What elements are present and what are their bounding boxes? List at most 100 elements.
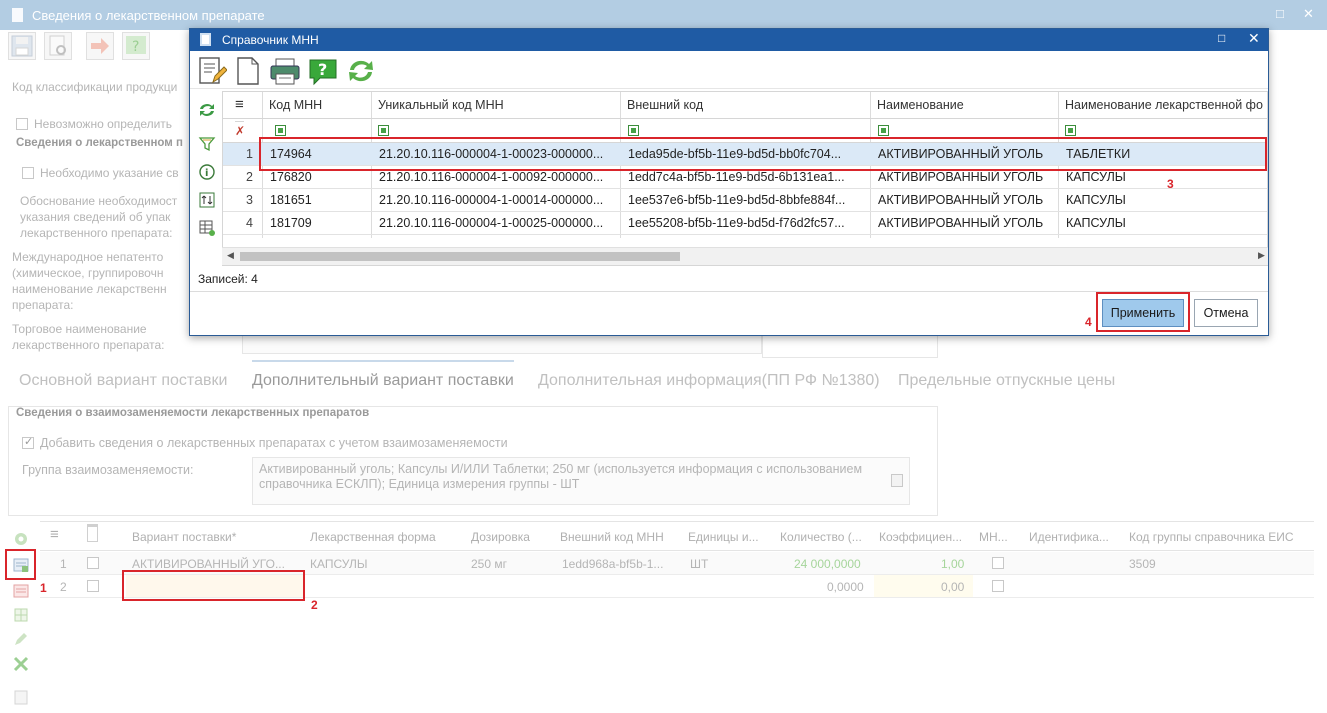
header-unique-code[interactable]: Уникальный код МНН xyxy=(378,98,504,124)
cell-form[interactable]: КАПСУЛЫ xyxy=(1066,170,1126,184)
table-row[interactable]: 3 181651 21.20.10.116-000004-1-00014-000… xyxy=(223,189,1267,212)
sync-icon[interactable] xyxy=(198,101,216,119)
preview-icon[interactable] xyxy=(44,32,72,60)
close-button[interactable]: ✕ xyxy=(1303,6,1314,22)
header-external-code[interactable]: Внешний код xyxy=(627,98,703,124)
maximize-button[interactable]: □ xyxy=(1276,6,1284,21)
cell-unique-code[interactable]: 21.20.10.116-000004-1-00025-000000... xyxy=(379,216,603,230)
cell-code[interactable]: 176820 xyxy=(270,170,312,184)
delete-row-icon[interactable] xyxy=(12,582,30,598)
row-number: 3 xyxy=(246,193,253,207)
checkbox-need-indicate[interactable] xyxy=(22,167,34,179)
tab-price-limits[interactable]: Предельные отпускные цены xyxy=(898,372,1115,390)
info-icon[interactable]: i xyxy=(198,163,216,181)
annotation-number-4: 4 xyxy=(1085,315,1092,329)
filter-unique-toggle[interactable] xyxy=(378,125,389,136)
label-add-interchange: Добавить сведения о лекарственных препар… xyxy=(40,436,508,450)
cell-external-code[interactable]: 1edd7c4a-bf5b-11e9-bd5d-6b131ea1... xyxy=(628,170,845,184)
cell-form[interactable]: КАПСУЛЫ xyxy=(310,557,367,571)
label-trade-1: Торговое наименование xyxy=(12,322,147,336)
send-icon[interactable] xyxy=(86,32,114,60)
checkbox-add-interchange[interactable] xyxy=(22,435,34,449)
col-form[interactable]: Лекарственная форма xyxy=(310,530,436,544)
print-icon[interactable] xyxy=(12,688,30,705)
save-icon[interactable] xyxy=(8,32,36,60)
cell-group-code[interactable]: 3509 xyxy=(1129,557,1156,571)
cell-coef[interactable]: 1,00 xyxy=(941,557,964,571)
table-settings-icon[interactable] xyxy=(198,219,216,237)
dialog-title: Справочник МНН xyxy=(222,33,319,47)
col-group-code[interactable]: Код группы справочника ЕИС xyxy=(1129,530,1294,544)
tab-additional-info[interactable]: Дополнительная информация(ПП РФ №1380) xyxy=(538,372,880,390)
cell-dose[interactable]: 250 мг xyxy=(471,557,507,571)
col-unit[interactable]: Единицы и... xyxy=(688,530,759,544)
scroll-right-icon[interactable]: ▶ xyxy=(1258,250,1265,261)
col-ext-code[interactable]: Внешний код МНН xyxy=(560,530,664,544)
cell-external-code[interactable]: 1ee55208-bf5b-11e9-bd5d-f76d2fc57... xyxy=(628,216,845,230)
col-ident[interactable]: Идентифика... xyxy=(1029,530,1109,544)
clear-filter-icon[interactable]: ✗ xyxy=(235,124,245,138)
checkbox-cannot-determine[interactable] xyxy=(16,118,28,130)
label-group: Группа взаимозаменяемости: xyxy=(22,463,194,477)
row-number: 4 xyxy=(246,216,253,230)
cell-name[interactable]: АКТИВИРОВАННЫЙ УГОЛЬ xyxy=(878,216,1043,230)
copy-row-icon[interactable] xyxy=(12,606,30,622)
header-name[interactable]: Наименование xyxy=(877,98,964,124)
document-icon xyxy=(12,8,23,22)
col-mnn[interactable]: МН... xyxy=(979,530,1008,544)
cell-code[interactable]: 181651 xyxy=(270,193,312,207)
cancel-button[interactable]: Отмена xyxy=(1194,299,1258,327)
horizontal-scrollbar[interactable]: ◀ ▶ xyxy=(222,247,1268,265)
cell-ext-code[interactable]: 1edd968a-bf5b-1... xyxy=(562,557,663,571)
label-inn-4: препарата: xyxy=(12,298,74,312)
filter-icon[interactable] xyxy=(198,135,216,153)
cell-unique-code[interactable]: 21.20.10.116-000004-1-00014-000000... xyxy=(379,193,603,207)
table-row[interactable]: 4 181709 21.20.10.116-000004-1-00025-000… xyxy=(223,212,1267,235)
header-code[interactable]: Код МНН xyxy=(269,98,322,124)
cell-name[interactable]: АКТИВИРОВАННЫЙ УГОЛЬ xyxy=(878,170,1043,184)
cell-name[interactable]: АКТИВИРОВАННЫЙ УГОЛЬ xyxy=(878,193,1043,207)
grid-menu-icon[interactable]: ≡ xyxy=(50,526,59,543)
cell-mnn-checkbox[interactable] xyxy=(992,580,1004,592)
dialog-maximize-button[interactable]: □ xyxy=(1218,31,1225,45)
cell-unique-code[interactable]: 21.20.10.116-000004-1-00092-000000... xyxy=(379,170,603,184)
group-lookup-icon[interactable] xyxy=(891,474,903,487)
col-variant[interactable]: Вариант поставки* xyxy=(132,530,236,544)
edit-pencil-icon[interactable] xyxy=(12,630,30,646)
excel-export-icon[interactable] xyxy=(12,655,30,672)
row-checkbox[interactable] xyxy=(87,557,99,569)
dialog-close-button[interactable]: ✕ xyxy=(1248,30,1260,47)
col-dose[interactable]: Дозировка xyxy=(471,530,530,544)
filter-ext-toggle[interactable] xyxy=(628,125,639,136)
cell-external-code[interactable]: 1ee537e6-bf5b-11e9-bd5d-8bbfe884f... xyxy=(628,193,845,207)
tab-additional-variant[interactable]: Дополнительный вариант поставки xyxy=(252,372,514,390)
printer-icon[interactable] xyxy=(269,56,300,86)
cell-form[interactable]: КАПСУЛЫ xyxy=(1066,216,1126,230)
refresh-icon[interactable] xyxy=(345,56,375,86)
row-checkbox[interactable] xyxy=(87,580,99,592)
scrollbar-thumb[interactable] xyxy=(240,252,680,261)
cell-qty[interactable]: 24 000,0000 xyxy=(794,557,861,571)
select-all-checkbox[interactable] xyxy=(87,524,98,542)
sort-icon[interactable] xyxy=(198,191,216,209)
filter-code-toggle[interactable] xyxy=(275,125,286,136)
cell-code[interactable]: 181709 xyxy=(270,216,312,230)
scroll-left-icon[interactable]: ◀ xyxy=(227,250,234,261)
col-coef[interactable]: Коэффициен... xyxy=(879,530,962,544)
cell-unit[interactable]: ШТ xyxy=(690,557,708,571)
cell-variant[interactable]: АКТИВИРОВАННЫЙ УГО... xyxy=(132,557,285,571)
filter-name-toggle[interactable] xyxy=(878,125,889,136)
filter-form-toggle[interactable] xyxy=(1065,125,1076,136)
new-document-icon[interactable] xyxy=(233,56,263,86)
cell-coef[interactable]: 0,00 xyxy=(941,580,964,594)
cell-mnn-checkbox[interactable] xyxy=(992,557,1004,569)
edit-document-icon[interactable] xyxy=(197,56,228,86)
tab-main-variant[interactable]: Основной вариант поставки xyxy=(19,372,227,390)
help-icon[interactable]: ? xyxy=(122,32,150,60)
cell-qty[interactable]: 0,0000 xyxy=(827,580,864,594)
settings-gear-icon[interactable] xyxy=(12,530,30,546)
cell-form[interactable]: КАПСУЛЫ xyxy=(1066,193,1126,207)
help-question-icon[interactable]: ? xyxy=(308,56,338,86)
col-qty[interactable]: Количество (... xyxy=(780,530,862,544)
header-form-name[interactable]: Наименование лекарственной фо xyxy=(1065,98,1263,124)
